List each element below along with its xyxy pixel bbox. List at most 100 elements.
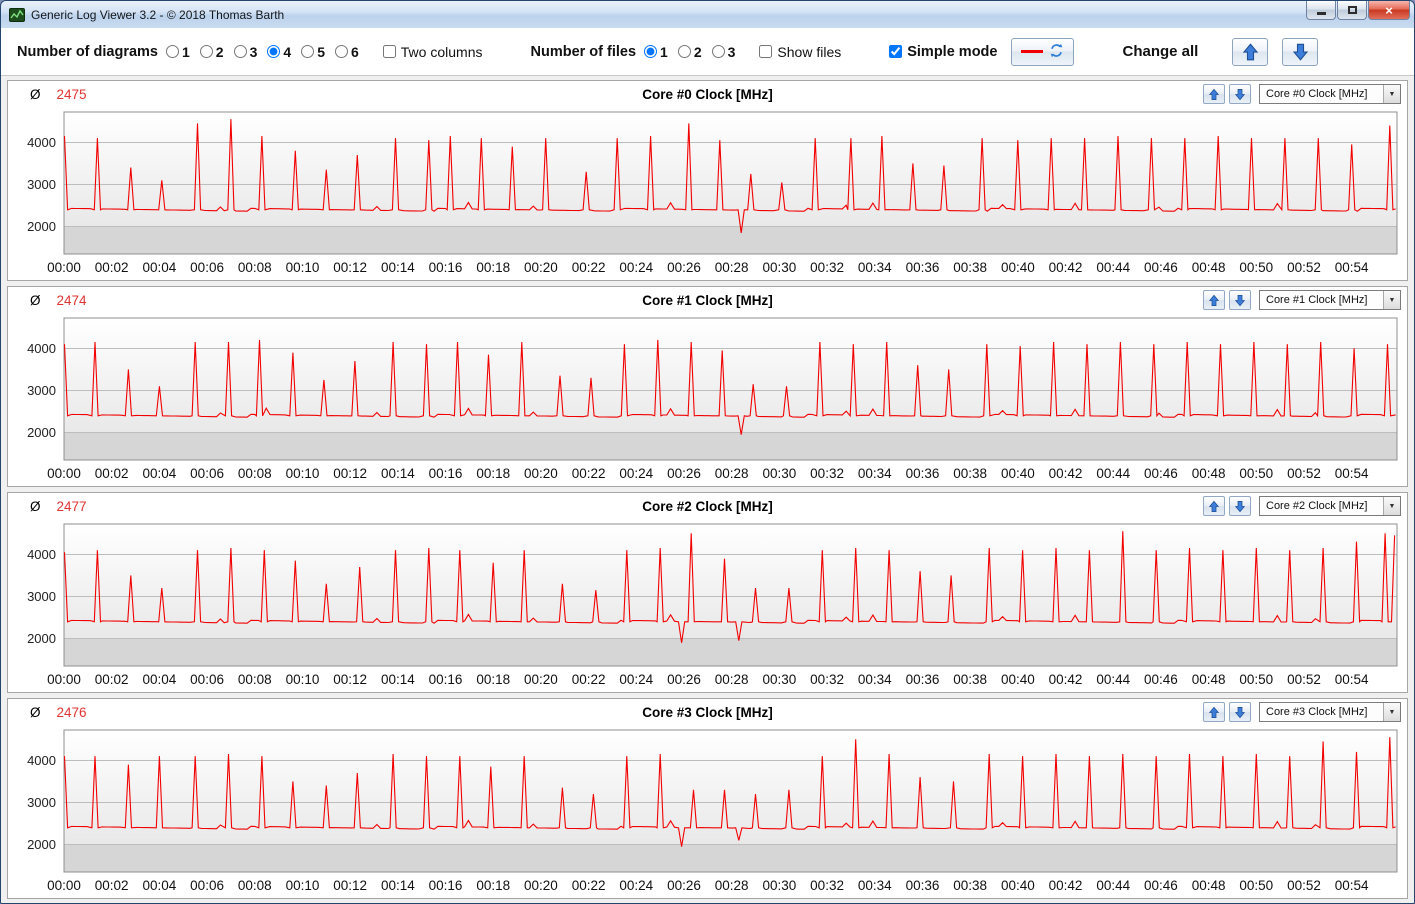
show-files-checkbox[interactable] — [759, 45, 773, 58]
diagrams-option-4[interactable]: 4 — [267, 44, 291, 60]
svg-text:00:22: 00:22 — [572, 260, 606, 275]
chart2-metric-dropdown[interactable]: Core #2 Clock [MHz] ▼ — [1259, 496, 1401, 516]
svg-text:00:04: 00:04 — [142, 878, 176, 893]
simple-mode-checkbox-row[interactable]: Simple mode — [889, 44, 997, 60]
diagrams-radio-5[interactable] — [301, 45, 315, 58]
svg-text:00:00: 00:00 — [47, 878, 81, 893]
change-all-up-button[interactable] — [1232, 37, 1269, 66]
diagrams-radio-2[interactable] — [199, 45, 213, 58]
svg-text:00:38: 00:38 — [953, 878, 987, 893]
svg-text:00:38: 00:38 — [953, 466, 987, 481]
diagrams-option-1[interactable]: 1 — [166, 44, 190, 60]
files-option-1[interactable]: 1 — [644, 44, 668, 60]
svg-text:3000: 3000 — [27, 795, 56, 810]
svg-text:00:38: 00:38 — [953, 672, 987, 687]
svg-text:00:24: 00:24 — [619, 672, 653, 687]
svg-text:00:36: 00:36 — [906, 260, 940, 275]
change-all-label: Change all — [1122, 43, 1199, 60]
svg-text:2000: 2000 — [27, 631, 56, 646]
svg-text:00:02: 00:02 — [95, 466, 129, 481]
files-radio-1[interactable] — [644, 45, 658, 58]
files-radio-3[interactable] — [711, 45, 725, 58]
svg-text:00:30: 00:30 — [762, 672, 796, 687]
diagrams-radio-group: 1 2 3 4 5 6 — [166, 44, 369, 60]
line-style-refresh-button[interactable] — [1011, 37, 1075, 66]
show-files-checkbox-row[interactable]: Show files — [759, 44, 841, 60]
window-title: Generic Log Viewer 3.2 - © 2018 Thomas B… — [31, 7, 285, 22]
dropdown-value: Core #1 Clock [MHz] — [1266, 294, 1368, 306]
two-columns-checkbox[interactable] — [382, 45, 396, 58]
chart3-metric-dropdown[interactable]: Core #3 Clock [MHz] ▼ — [1259, 702, 1401, 722]
diagrams-radio-3[interactable] — [233, 45, 247, 58]
svg-text:00:16: 00:16 — [429, 260, 463, 275]
chart-panel-core1: Ø 2474 Core #1 Clock [MHz] Core #1 Clock… — [7, 286, 1408, 487]
diagrams-option-6[interactable]: 6 — [334, 44, 359, 60]
svg-text:00:12: 00:12 — [333, 466, 367, 481]
diagrams-label: Number of diagrams — [17, 43, 158, 60]
svg-text:00:48: 00:48 — [1192, 260, 1226, 275]
simple-mode-checkbox[interactable] — [889, 45, 903, 58]
chart1-move-down-button[interactable] — [1229, 290, 1251, 310]
svg-text:00:16: 00:16 — [429, 466, 463, 481]
chart0-move-up-button[interactable] — [1203, 84, 1225, 104]
svg-text:00:26: 00:26 — [667, 672, 701, 687]
diagrams-radio-1[interactable] — [166, 45, 179, 58]
minimize-button[interactable] — [1306, 1, 1336, 20]
svg-text:00:46: 00:46 — [1144, 878, 1178, 893]
maximize-button[interactable] — [1337, 1, 1367, 20]
chart1-metric-dropdown[interactable]: Core #1 Clock [MHz] ▼ — [1259, 290, 1401, 310]
chart-controls: Core #0 Clock [MHz] ▼ — [1203, 84, 1401, 104]
chart2-move-up-button[interactable] — [1203, 496, 1225, 516]
svg-text:00:48: 00:48 — [1192, 878, 1226, 893]
svg-text:00:14: 00:14 — [381, 878, 415, 893]
down-arrow-icon — [1235, 88, 1245, 101]
svg-text:00:42: 00:42 — [1049, 878, 1083, 893]
two-columns-checkbox-row[interactable]: Two columns — [382, 44, 482, 60]
chart-panel-core3: Ø 2476 Core #3 Clock [MHz] Core #3 Clock… — [7, 698, 1408, 899]
chart0-metric-dropdown[interactable]: Core #0 Clock [MHz] ▼ — [1259, 84, 1401, 104]
chart1-move-up-button[interactable] — [1203, 290, 1225, 310]
files-option-2[interactable]: 2 — [677, 43, 702, 60]
svg-text:00:26: 00:26 — [667, 878, 701, 893]
files-label-2: 2 — [693, 43, 702, 60]
chart0-move-down-button[interactable] — [1229, 84, 1251, 104]
files-option-3[interactable]: 3 — [711, 44, 735, 60]
diagrams-option-5[interactable]: 5 — [301, 44, 325, 60]
change-all-down-button[interactable] — [1282, 37, 1319, 66]
diagrams-radio-4[interactable] — [267, 45, 281, 58]
svg-text:00:20: 00:20 — [524, 466, 558, 481]
diagrams-option-3[interactable]: 3 — [233, 44, 257, 60]
svg-text:00:16: 00:16 — [429, 672, 463, 687]
refresh-icon — [1049, 43, 1064, 61]
average-symbol: Ø — [30, 292, 41, 308]
files-radio-2[interactable] — [677, 45, 691, 58]
diagrams-option-2[interactable]: 2 — [199, 44, 224, 60]
svg-text:00:46: 00:46 — [1144, 260, 1178, 275]
svg-text:00:10: 00:10 — [286, 672, 320, 687]
chart3-move-down-button[interactable] — [1229, 702, 1251, 722]
dropdown-value: Core #0 Clock [MHz] — [1266, 88, 1368, 100]
svg-text:00:28: 00:28 — [715, 466, 749, 481]
chart3-move-up-button[interactable] — [1203, 702, 1225, 722]
svg-text:00:06: 00:06 — [190, 466, 224, 481]
svg-text:00:34: 00:34 — [858, 878, 892, 893]
svg-text:00:22: 00:22 — [572, 466, 606, 481]
svg-text:00:12: 00:12 — [333, 672, 367, 687]
titlebar[interactable]: Generic Log Viewer 3.2 - © 2018 Thomas B… — [1, 1, 1414, 28]
close-button[interactable]: × — [1368, 1, 1410, 20]
up-arrow-icon — [1209, 500, 1219, 513]
up-arrow-icon — [1242, 42, 1258, 61]
svg-text:00:08: 00:08 — [238, 466, 272, 481]
svg-text:00:54: 00:54 — [1335, 672, 1369, 687]
svg-text:00:32: 00:32 — [810, 878, 844, 893]
svg-text:00:18: 00:18 — [476, 878, 510, 893]
chart2-move-down-button[interactable] — [1229, 496, 1251, 516]
svg-text:00:04: 00:04 — [142, 260, 176, 275]
chart-plot-core1: 2000 3000 4000 00:00 00:02 00:04 00:06 00:08 00:… — [27, 317, 1398, 481]
red-line-icon — [1021, 50, 1044, 53]
chart-controls: Core #1 Clock [MHz] ▼ — [1203, 290, 1401, 310]
files-label-1: 1 — [660, 43, 668, 60]
diagrams-radio-6[interactable] — [334, 45, 348, 58]
svg-text:00:50: 00:50 — [1239, 260, 1273, 275]
svg-text:00:42: 00:42 — [1049, 672, 1083, 687]
